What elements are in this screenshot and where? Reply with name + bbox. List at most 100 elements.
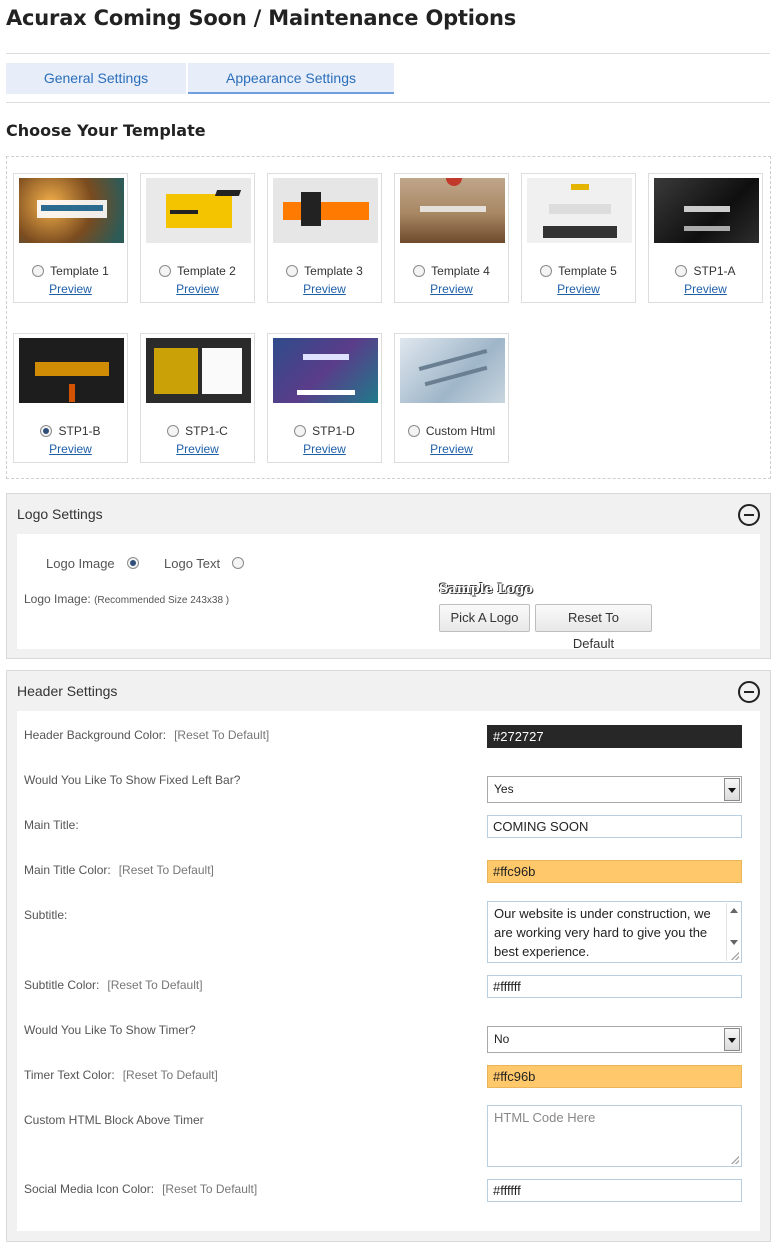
tabs-divider bbox=[6, 102, 770, 103]
template-preview-link[interactable]: Preview bbox=[268, 282, 381, 296]
settings-tabs: General Settings Appearance Settings bbox=[6, 63, 394, 94]
resize-grip-icon[interactable] bbox=[731, 952, 739, 960]
template-label: Template 4 bbox=[431, 264, 490, 278]
template-radio[interactable] bbox=[675, 265, 688, 277]
reset-to-default-link[interactable]: [Reset To Default] bbox=[119, 863, 214, 877]
template-label: STP1-C bbox=[185, 424, 228, 438]
template-card-9[interactable]: STP1-D Preview bbox=[267, 333, 382, 463]
template-card-6[interactable]: STP1-A Preview bbox=[648, 173, 763, 303]
template-preview-link[interactable]: Preview bbox=[14, 282, 127, 296]
logo-image-label: Logo Image: (Recommended Size 243x38 ) bbox=[24, 592, 229, 606]
template-radio[interactable] bbox=[167, 425, 180, 437]
template-thumbnail[interactable] bbox=[19, 338, 124, 403]
logo-text-radio[interactable] bbox=[232, 557, 244, 569]
template-radio[interactable] bbox=[40, 425, 53, 437]
subtitle-color-input[interactable]: #ffffff bbox=[487, 975, 742, 998]
reset-to-default-link[interactable]: [Reset To Default] bbox=[174, 728, 269, 742]
template-card-2[interactable]: Template 2 Preview bbox=[140, 173, 255, 303]
custom-html-textarea[interactable]: HTML Code Here bbox=[487, 1105, 742, 1167]
template-preview-link[interactable]: Preview bbox=[522, 282, 635, 296]
template-label: Template 5 bbox=[558, 264, 617, 278]
subtitle-color-label: Subtitle Color: [Reset To Default] bbox=[24, 978, 203, 992]
reset-to-default-link[interactable]: [Reset To Default] bbox=[162, 1182, 257, 1196]
logo-image-option-label: Logo Image bbox=[46, 556, 115, 571]
chevron-down-icon[interactable] bbox=[724, 778, 740, 801]
subtitle-textarea[interactable]: Our website is under construction, we ar… bbox=[487, 901, 742, 963]
chevron-down-icon[interactable] bbox=[724, 1028, 740, 1051]
custom-html-label: Custom HTML Block Above Timer bbox=[24, 1113, 204, 1127]
logo-settings-title: Logo Settings bbox=[17, 506, 103, 522]
choose-template-heading: Choose Your Template bbox=[6, 121, 206, 140]
template-card-7[interactable]: STP1-B Preview bbox=[13, 333, 128, 463]
template-card-5[interactable]: Template 5 Preview bbox=[521, 173, 636, 303]
template-card-10[interactable]: Custom Html Preview bbox=[394, 333, 509, 463]
custom-html-placeholder: HTML Code Here bbox=[494, 1110, 596, 1125]
header-bg-color-label: Header Background Color: [Reset To Defaul… bbox=[24, 728, 270, 742]
template-preview-link[interactable]: Preview bbox=[268, 442, 381, 456]
header-settings-panel: Header Settings Header Background Color:… bbox=[6, 670, 771, 1242]
main-title-color-label: Main Title Color: [Reset To Default] bbox=[24, 863, 214, 877]
logo-settings-panel: Logo Settings Logo Image Logo Text Logo … bbox=[6, 493, 771, 659]
logo-text-option-label: Logo Text bbox=[164, 556, 221, 571]
template-label: Template 3 bbox=[304, 264, 363, 278]
template-radio[interactable] bbox=[407, 425, 420, 437]
header-bg-color-input[interactable]: #272727 bbox=[487, 725, 742, 748]
template-label: Template 2 bbox=[177, 264, 236, 278]
template-thumbnail[interactable] bbox=[146, 338, 251, 403]
timer-text-color-input[interactable]: #ffc96b bbox=[487, 1065, 742, 1088]
template-preview-link[interactable]: Preview bbox=[649, 282, 762, 296]
header-settings-body: Header Background Color: [Reset To Defaul… bbox=[17, 711, 760, 1231]
template-thumbnail[interactable] bbox=[273, 178, 378, 243]
social-icon-color-label: Social Media Icon Color: [Reset To Defaul… bbox=[24, 1182, 258, 1196]
tab-general-settings[interactable]: General Settings bbox=[6, 63, 186, 94]
reset-to-default-link[interactable]: [Reset To Default] bbox=[123, 1068, 218, 1082]
template-preview-link[interactable]: Preview bbox=[395, 442, 508, 456]
template-card-4[interactable]: Template 4 Preview bbox=[394, 173, 509, 303]
template-card-8[interactable]: STP1-C Preview bbox=[140, 333, 255, 463]
template-label: Custom Html bbox=[425, 424, 496, 438]
template-radio[interactable] bbox=[32, 265, 45, 277]
fixed-left-bar-select[interactable]: Yes bbox=[487, 776, 742, 803]
template-thumbnail[interactable] bbox=[146, 178, 251, 243]
template-thumbnail[interactable] bbox=[400, 178, 505, 243]
social-icon-color-input[interactable]: #ffffff bbox=[487, 1179, 742, 1202]
template-card-1[interactable]: Template 1 Preview bbox=[13, 173, 128, 303]
page-title: Acurax Coming Soon / Maintenance Options bbox=[6, 6, 517, 30]
resize-grip-icon[interactable] bbox=[731, 1156, 739, 1164]
logo-image-radio[interactable] bbox=[127, 557, 139, 569]
subtitle-text: Our website is under construction, we ar… bbox=[494, 906, 711, 959]
template-preview-link[interactable]: Preview bbox=[14, 442, 127, 456]
template-card-3[interactable]: Template 3 Preview bbox=[267, 173, 382, 303]
template-label: STP1-D bbox=[312, 424, 355, 438]
template-radio[interactable] bbox=[413, 265, 426, 277]
recommended-size-note: (Recommended Size 243x38 ) bbox=[94, 595, 230, 606]
reset-logo-button[interactable]: Reset To Default bbox=[535, 604, 652, 651]
pick-logo-button[interactable]: Pick A Logo bbox=[439, 604, 530, 632]
template-thumbnail[interactable] bbox=[19, 178, 124, 243]
template-preview-link[interactable]: Preview bbox=[141, 442, 254, 456]
template-radio[interactable] bbox=[159, 265, 172, 277]
reset-to-default-link[interactable]: [Reset To Default] bbox=[107, 978, 202, 992]
main-title-color-input[interactable]: #ffc96b bbox=[487, 860, 742, 883]
collapse-icon[interactable] bbox=[738, 681, 760, 703]
template-gallery: Template 1 Preview Template 2 Preview Te… bbox=[6, 156, 771, 479]
template-radio[interactable] bbox=[540, 265, 553, 277]
template-thumbnail[interactable] bbox=[527, 178, 632, 243]
template-preview-link[interactable]: Preview bbox=[395, 282, 508, 296]
template-thumbnail[interactable] bbox=[400, 338, 505, 403]
template-thumbnail[interactable] bbox=[273, 338, 378, 403]
show-timer-value: No bbox=[494, 1032, 510, 1046]
template-radio[interactable] bbox=[286, 265, 299, 277]
template-thumbnail[interactable] bbox=[654, 178, 759, 243]
timer-text-color-label: Timer Text Color: [Reset To Default] bbox=[24, 1068, 218, 1082]
show-timer-select[interactable]: No bbox=[487, 1026, 742, 1053]
fixed-left-bar-label: Would You Like To Show Fixed Left Bar? bbox=[24, 773, 241, 787]
collapse-icon[interactable] bbox=[738, 504, 760, 526]
template-radio[interactable] bbox=[294, 425, 307, 437]
template-preview-link[interactable]: Preview bbox=[141, 282, 254, 296]
logo-settings-body: Logo Image Logo Text Logo Image: (Recomm… bbox=[17, 534, 760, 651]
template-label: Template 1 bbox=[50, 264, 109, 278]
main-title-input[interactable]: COMING SOON bbox=[487, 815, 742, 838]
logo-image-label-text: Logo Image: bbox=[24, 592, 91, 606]
tab-appearance-settings[interactable]: Appearance Settings bbox=[188, 63, 394, 94]
